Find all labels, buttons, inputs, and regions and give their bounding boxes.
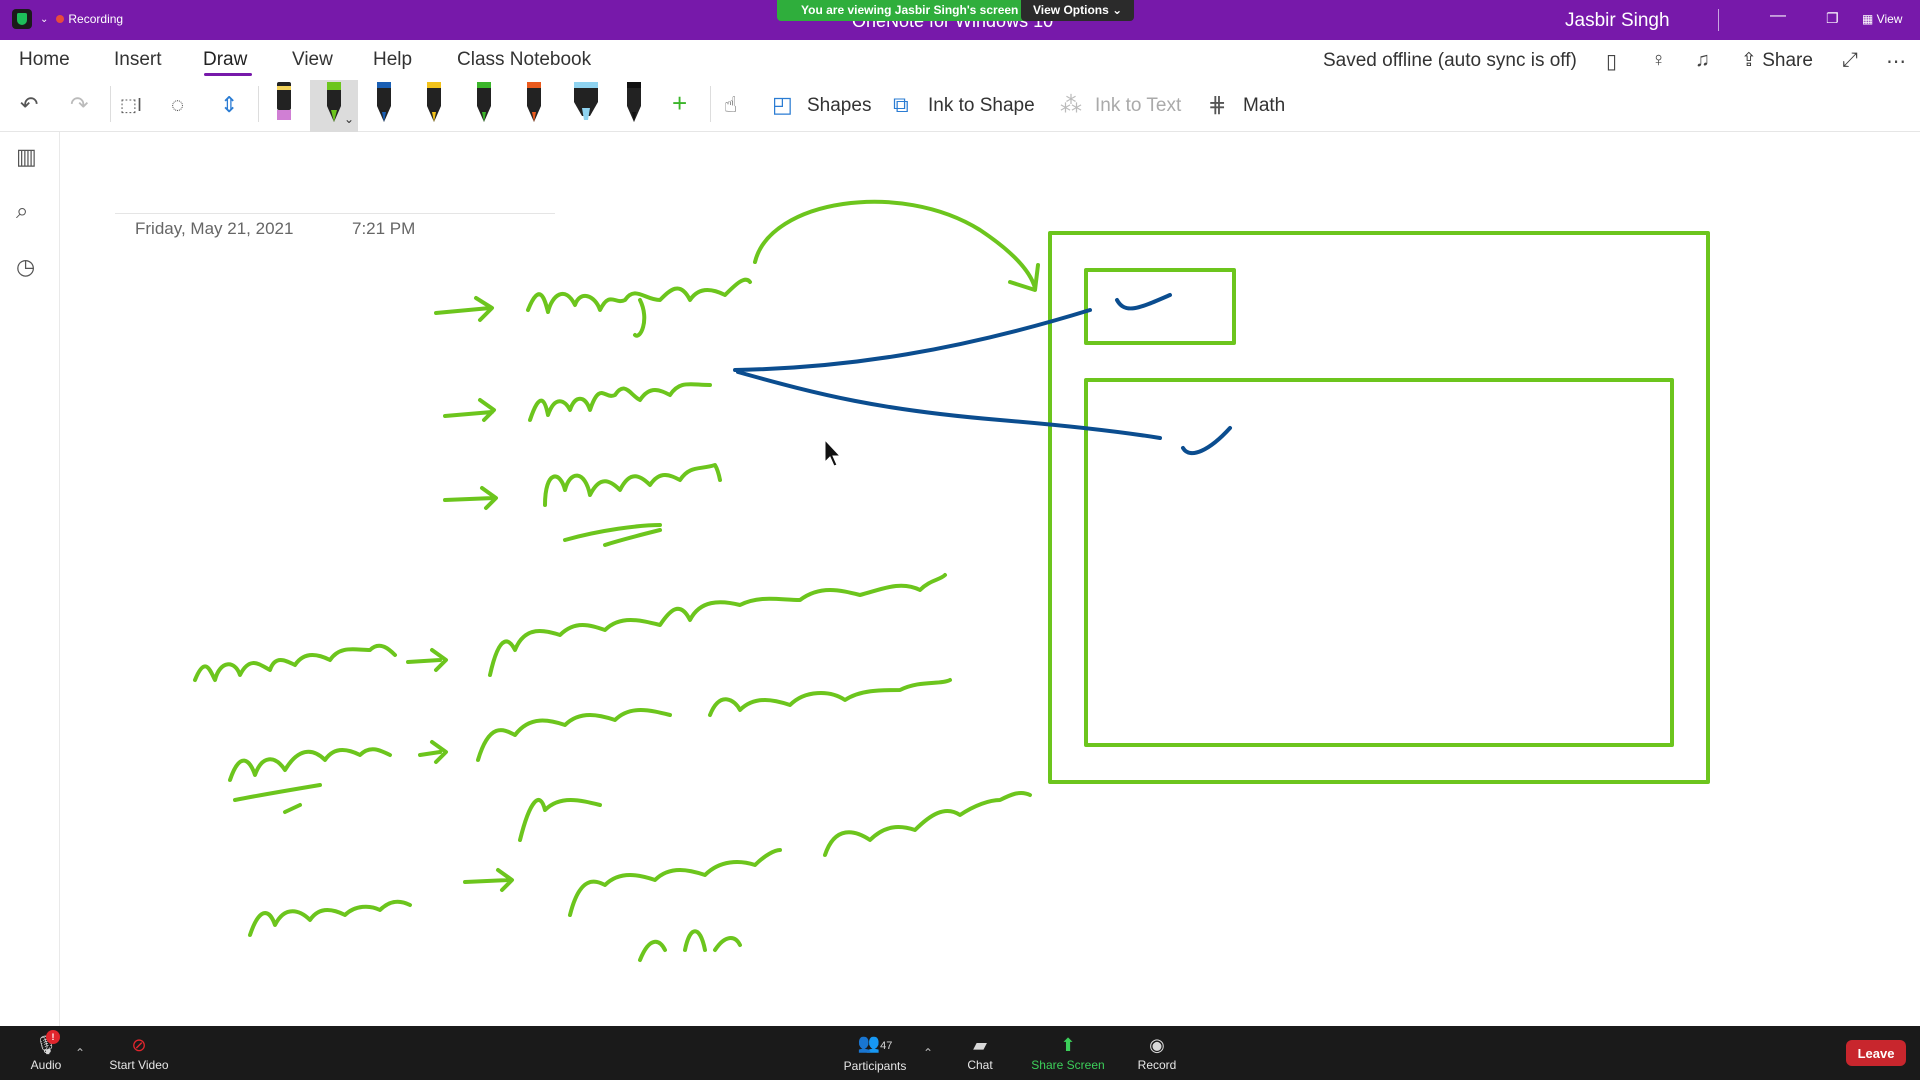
pen-blue-icon[interactable]	[372, 82, 396, 124]
toolbar-separator	[710, 86, 711, 122]
chat-icon: ▰	[973, 1034, 987, 1055]
math-icon[interactable]: ⋕	[1208, 92, 1226, 118]
audio-label: Audio	[30, 1057, 62, 1072]
pen-yellow-icon[interactable]	[422, 82, 446, 124]
add-pen-icon[interactable]: +	[672, 88, 687, 119]
ink-to-text-button[interactable]: Ink to Text	[1095, 95, 1181, 117]
share-screen-label: Share Screen	[1031, 1057, 1105, 1072]
chat-button[interactable]: ▰ Chat	[960, 1026, 1000, 1080]
bell-icon[interactable]: ♫	[1695, 49, 1710, 72]
participants-button[interactable]: 👥47 Participants	[840, 1026, 910, 1080]
ink-to-text-icon[interactable]: ⁂	[1060, 92, 1082, 118]
highlighter-pink-icon[interactable]	[272, 82, 296, 124]
view-button-label: View	[1876, 12, 1903, 26]
tab-view[interactable]: View	[292, 49, 333, 71]
page-canvas[interactable]	[61, 133, 1920, 1026]
sync-status: Saved offline (auto sync is off)	[1323, 50, 1577, 71]
pen-black-icon[interactable]	[622, 82, 646, 124]
ink-to-shape-icon[interactable]: ⧉	[893, 92, 909, 118]
record-dot-icon	[56, 15, 65, 23]
notebook-pane-icon[interactable]: ▯	[1606, 49, 1617, 74]
record-button[interactable]: ◉ Record	[1134, 1026, 1180, 1080]
tab-insert[interactable]: Insert	[114, 49, 162, 71]
share-screen-button[interactable]: ⬆ Share Screen	[1030, 1026, 1106, 1080]
audio-alert-badge: !	[46, 1030, 60, 1044]
participants-chevron-icon[interactable]: ⌃	[920, 1026, 936, 1080]
page-date: Friday, May 21, 2021	[135, 219, 294, 238]
add-space-icon[interactable]: ⇕	[220, 92, 238, 118]
pen-orange-icon[interactable]	[522, 82, 546, 124]
pen-green-selected-icon[interactable]	[322, 82, 346, 124]
restore-icon[interactable]: ❐	[1826, 10, 1839, 27]
share-screen-icon: ⬆	[1060, 1034, 1076, 1055]
navigation-sidebar: ▥ ⌕ ◷	[0, 132, 60, 1026]
pen-green-icon[interactable]	[472, 82, 496, 124]
share-label: Share	[1762, 50, 1813, 71]
minimize-icon[interactable]: —	[1770, 7, 1786, 25]
search-icon[interactable]: ⌕	[16, 198, 28, 224]
notebooks-icon[interactable]: ▥	[16, 144, 37, 170]
tab-home[interactable]: Home	[19, 49, 70, 71]
undo-icon[interactable]: ↶	[20, 92, 38, 118]
shapes-button[interactable]: Shapes	[807, 95, 871, 117]
titlebar-divider	[1718, 9, 1719, 31]
ribbon-tabs: Home Insert Draw View Help Class Noteboo…	[0, 40, 1920, 78]
audio-options-chevron-icon[interactable]: ⌃	[72, 1026, 88, 1080]
highlighter-blue-icon[interactable]	[570, 82, 602, 124]
view-options-button[interactable]: View Options ⌄	[1021, 0, 1135, 21]
shapes-icon[interactable]: ◰	[772, 92, 793, 118]
share-button[interactable]: ⇪ Share	[1741, 49, 1813, 72]
security-shield-icon[interactable]	[12, 9, 32, 29]
pen-dropdown-chevron-icon[interactable]: ⌄	[344, 112, 354, 126]
toolbar-separator	[258, 86, 259, 122]
page-time: 7:21 PM	[352, 219, 416, 238]
fullscreen-icon[interactable]: ⤢	[1842, 49, 1858, 72]
video-off-icon: ⊘	[131, 1034, 147, 1055]
leave-meeting-button[interactable]: Leave	[1846, 1040, 1906, 1066]
math-button[interactable]: Math	[1243, 95, 1285, 117]
start-video-label: Start Video	[109, 1057, 169, 1072]
view-button[interactable]: ▦ View	[1862, 12, 1902, 26]
toolbar-separator	[110, 86, 111, 122]
share-icon: ⇪	[1741, 50, 1763, 71]
tab-draw[interactable]: Draw	[203, 49, 247, 71]
recording-status: Recording	[56, 12, 123, 26]
lasso-select-icon[interactable]: ◌	[171, 92, 184, 118]
page-title-line	[115, 213, 555, 214]
redo-icon[interactable]: ↷	[70, 92, 88, 118]
ink-to-shape-button[interactable]: Ink to Shape	[928, 95, 1035, 117]
chevron-down-icon[interactable]: ⌄	[40, 14, 48, 25]
lightbulb-icon[interactable]: ♀	[1651, 49, 1666, 72]
tab-class-notebook[interactable]: Class Notebook	[457, 49, 591, 71]
chat-label: Chat	[967, 1057, 993, 1072]
participants-label: Participants	[843, 1059, 907, 1073]
start-video-button[interactable]: ⊘ Start Video	[104, 1026, 174, 1080]
user-name[interactable]: Jasbir Singh	[1565, 10, 1670, 32]
recording-label: Recording	[68, 12, 124, 26]
touch-draw-icon[interactable]: ☝	[724, 92, 737, 118]
type-select-icon[interactable]: ⬚I	[120, 95, 142, 116]
participants-icon: 👥47	[857, 1033, 893, 1053]
active-tab-indicator	[204, 73, 252, 76]
record-icon: ◉	[1149, 1034, 1165, 1055]
record-label: Record	[1137, 1057, 1177, 1072]
title-bar: ⌄ Recording OneNote for Windows 10 You a…	[0, 0, 1920, 40]
more-options-icon[interactable]: ⋯	[1886, 49, 1906, 74]
grid-icon: ▦	[1862, 12, 1877, 26]
tab-help[interactable]: Help	[373, 49, 412, 71]
viewing-screen-banner: You are viewing Jasbir Singh's screen	[777, 0, 1043, 21]
recording-indicator: ⌄ Recording	[12, 9, 123, 29]
recent-clock-icon[interactable]: ◷	[16, 254, 35, 280]
participant-count: 47	[880, 1040, 893, 1052]
